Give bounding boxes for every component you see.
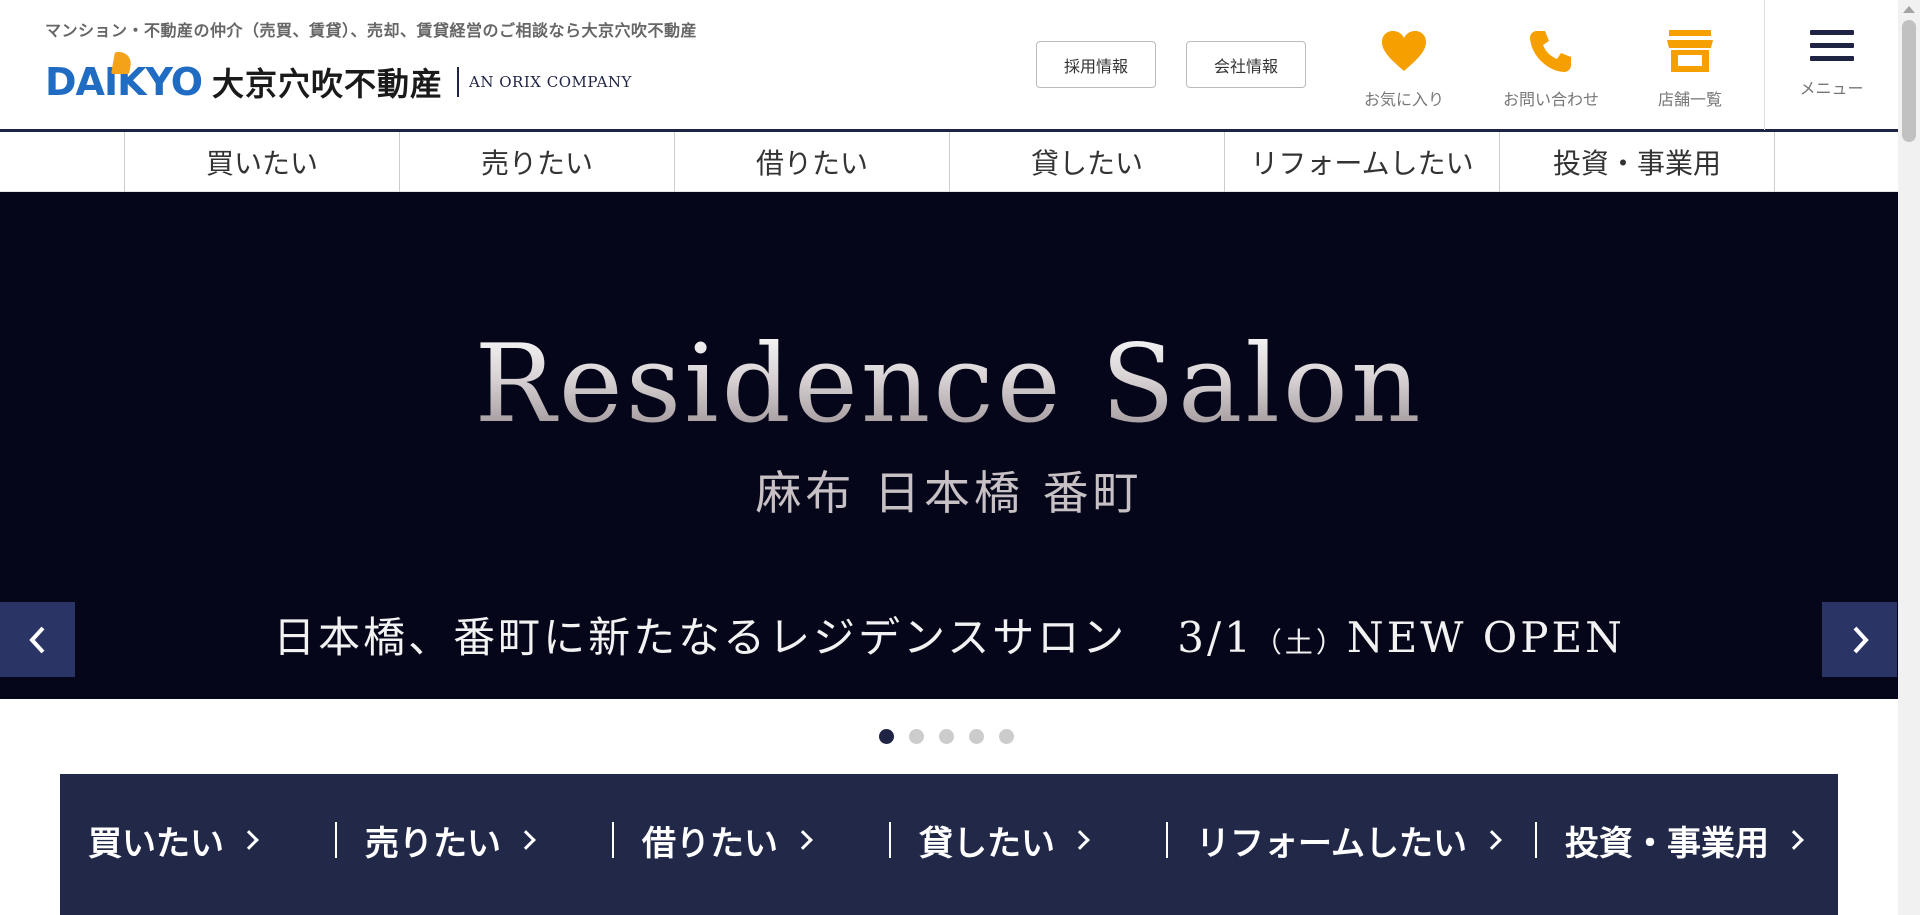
hero-new-open: NEW OPEN	[1346, 613, 1625, 662]
slider-dot-2[interactable]	[909, 729, 924, 744]
chevron-right-icon	[1784, 830, 1804, 850]
phone-icon	[1527, 22, 1575, 80]
category-investment-label: 投資・事業用	[1565, 823, 1769, 864]
scrollbar-thumb[interactable]	[1902, 20, 1916, 142]
category-lease[interactable]: 貸したい	[919, 812, 1166, 868]
contact-label: お問い合わせ	[1502, 90, 1599, 109]
logo-brand: DAIKYO	[45, 52, 203, 104]
hero-day-of-week: （土）	[1253, 626, 1347, 659]
chevron-right-icon	[793, 830, 813, 850]
hero-caption: 日本橋、番町に新たなるレジデンスサロン 3/1（土）NEW OPEN	[0, 604, 1898, 665]
logo-group-text: AN ORIX COMPANY	[469, 73, 632, 91]
nav-lease[interactable]: 貸したい	[950, 132, 1225, 192]
category-rent[interactable]: 借りたい	[642, 812, 889, 868]
nav-investment[interactable]: 投資・事業用	[1500, 132, 1775, 192]
scroll-up-arrow-icon[interactable]	[1903, 6, 1915, 13]
menu-label: メニュー	[1799, 79, 1864, 98]
chevron-right-icon	[239, 830, 259, 850]
category-divider	[1166, 822, 1168, 858]
site-logo[interactable]: DAIKYO 大京穴吹不動産 AN ORIX COMPANY	[45, 52, 632, 112]
category-sell-label: 売りたい	[365, 823, 501, 864]
chevron-right-icon	[1853, 626, 1869, 653]
favorites-link[interactable]: お気に入り	[1344, 22, 1464, 112]
slider-next-button[interactable]	[1822, 602, 1897, 677]
hero-date: 3/1	[1177, 613, 1254, 662]
chevron-right-icon	[516, 830, 536, 850]
nav-buy[interactable]: 買いたい	[125, 132, 400, 192]
nav-rent[interactable]: 借りたい	[675, 132, 950, 192]
category-reform[interactable]: リフォームしたい	[1196, 812, 1535, 868]
category-buy[interactable]: 買いたい	[88, 812, 335, 868]
site-header: マンション・不動産の仲介（売買、賃貸）、売却、賃貸経営のご相談なら大京穴吹不動産…	[0, 0, 1898, 132]
category-buy-label: 買いたい	[88, 823, 224, 864]
heart-icon	[1380, 22, 1428, 80]
shop-list-label: 店舗一覧	[1657, 90, 1722, 109]
hero-caption-text: 日本橋、番町に新たなるレジデンスサロン	[273, 613, 1128, 662]
recruit-button[interactable]: 採用情報	[1036, 41, 1156, 88]
chevron-right-icon	[1070, 830, 1090, 850]
category-investment[interactable]: 投資・事業用	[1565, 812, 1804, 868]
category-lease-label: 貸したい	[919, 823, 1055, 864]
category-rent-label: 借りたい	[642, 823, 778, 864]
category-reform-label: リフォームしたい	[1196, 823, 1467, 864]
category-bar: 買いたい 売りたい 借りたい 貸したい リフォームしたい 投資・事業用	[60, 774, 1838, 915]
chevron-right-icon	[1482, 830, 1502, 850]
chevron-left-icon	[28, 626, 44, 653]
favorites-label: お気に入り	[1363, 90, 1444, 109]
header-tagline: マンション・不動産の仲介（売買、賃貸）、売却、賃貸経営のご相談なら大京穴吹不動産	[45, 21, 698, 40]
category-divider	[612, 822, 614, 858]
slider-dot-4[interactable]	[969, 729, 984, 744]
hero-title: Residence Salon	[0, 322, 1898, 447]
shop-list-link[interactable]: 店舗一覧	[1630, 22, 1750, 112]
company-info-button[interactable]: 会社情報	[1186, 41, 1306, 88]
hero-locations: 麻布 日本橋 番町	[755, 466, 1143, 520]
logo-divider	[457, 67, 460, 97]
category-divider	[889, 822, 891, 858]
category-divider	[1535, 822, 1537, 858]
nav-reform[interactable]: リフォームしたい	[1225, 132, 1500, 192]
logo-company-name: 大京穴吹不動産	[212, 65, 444, 103]
category-sell[interactable]: 売りたい	[365, 812, 612, 868]
slider-pagination	[879, 729, 1029, 744]
slider-dot-5[interactable]	[999, 729, 1014, 744]
slider-dot-3[interactable]	[939, 729, 954, 744]
global-nav-items: 買いたい 売りたい 借りたい 貸したい リフォームしたい 投資・事業用	[124, 132, 1775, 192]
category-list: 買いたい 売りたい 借りたい 貸したい リフォームしたい 投資・事業用	[60, 812, 1804, 868]
page-scrollbar[interactable]	[1898, 0, 1920, 915]
slider-dot-1[interactable]	[879, 729, 894, 744]
category-divider	[335, 822, 337, 858]
hero-slider[interactable]: Residence Salon 麻布 日本橋 番町 日本橋、番町に新たなるレジデ…	[0, 192, 1898, 699]
global-nav: 買いたい 売りたい 借りたい 貸したい リフォームしたい 投資・事業用	[0, 132, 1898, 192]
nav-sell[interactable]: 売りたい	[400, 132, 675, 192]
hamburger-icon	[1809, 30, 1854, 69]
contact-link[interactable]: お問い合わせ	[1491, 22, 1611, 112]
store-icon	[1665, 22, 1715, 80]
menu-button[interactable]: メニュー	[1764, 0, 1898, 130]
slider-prev-button[interactable]	[0, 602, 75, 677]
